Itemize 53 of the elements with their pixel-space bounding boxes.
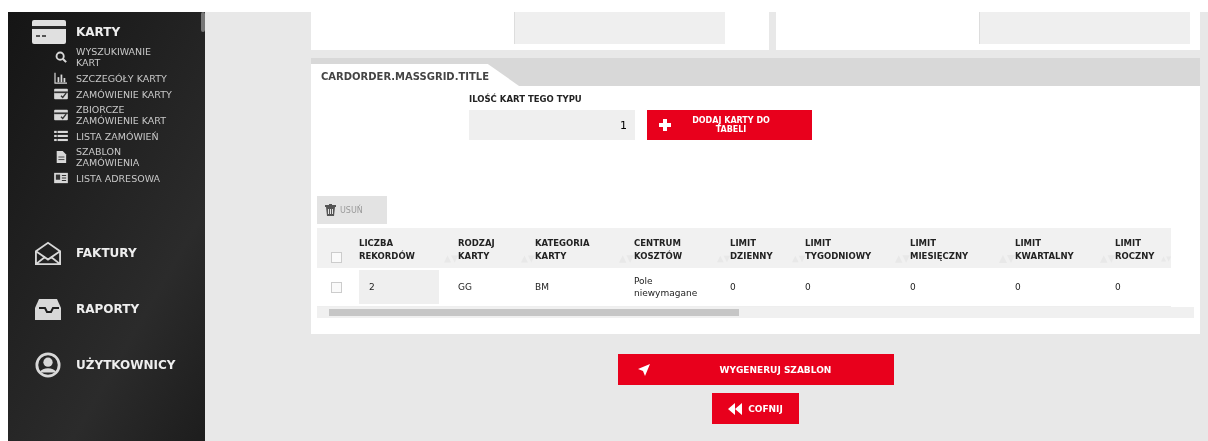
generate-button[interactable]: WYGENERUJ SZABLON — [617, 354, 894, 385]
bar-chart-icon — [54, 72, 68, 84]
credit-card-icon — [32, 20, 66, 44]
double-arrow-left-icon — [728, 402, 743, 415]
nav-item[interactable]: FAKTURY — [34, 240, 205, 266]
back-button[interactable]: COFNIJ — [712, 393, 799, 424]
table-cell-text: Pole niewymagane — [634, 275, 699, 299]
table-cell: 0 — [730, 281, 736, 293]
nav-item[interactable]: LISTA ADRESOWA — [54, 172, 194, 184]
quantity-label: ILOŚĆ KART TEGO TYPU — [469, 94, 583, 104]
column-header[interactable]: KATEGORIA KARTY — [535, 228, 634, 268]
card-check-icon — [54, 88, 68, 100]
list-icon — [54, 130, 68, 142]
table-cell: 0 — [805, 281, 811, 293]
panel-tab[interactable]: CARDORDER.MASSGRID.TITLE — [311, 64, 520, 86]
column-header[interactable]: LIMIT TYGODNIOWY — [805, 228, 910, 268]
nav-item[interactable]: LISTA ZAMÓWIEŃ — [54, 130, 194, 142]
nav-item[interactable]: RAPORTY — [34, 296, 205, 322]
document-icon — [54, 151, 68, 163]
column-header[interactable]: LICZBA REKORDÓW — [359, 228, 458, 268]
card-check-icon — [54, 109, 68, 121]
table-cell: 0 — [910, 281, 916, 293]
plus-icon — [659, 119, 671, 131]
navigation-arrow-icon — [637, 363, 650, 376]
column-header[interactable]: LIMIT ROCZNY — [1115, 228, 1171, 268]
select-all-checkbox[interactable] — [331, 252, 342, 263]
add-cards-button[interactable]: DODAJ KARTY DO TABELI — [647, 110, 812, 140]
count-field[interactable]: 2 — [359, 270, 439, 304]
quantity-field[interactable]: 1 — [469, 110, 635, 140]
search-icon — [54, 51, 68, 63]
column-header[interactable]: LIMIT KWARTALNY — [1015, 228, 1115, 268]
nav-item[interactable]: ZAMÓWIENIE KARTY — [54, 88, 194, 100]
table-cell: 0 — [1015, 281, 1021, 293]
nav-item[interactable]: SZABLON ZAMÓWIENIA — [54, 146, 194, 168]
inbox-icon — [34, 296, 62, 322]
column-header[interactable]: CENTRUM KOSZTÓW — [634, 228, 730, 268]
column-header[interactable]: LIMIT MIESIĘCZNY — [910, 228, 1015, 268]
user-icon — [34, 352, 62, 378]
nav-item[interactable]: SZCZEGÓŁY KARTY — [54, 72, 194, 84]
column-header[interactable]: RODZAJ KARTY — [458, 228, 535, 268]
horizontal-scrollbar[interactable] — [317, 307, 1194, 318]
nav-item[interactable]: UŻYTKOWNICY — [34, 352, 205, 378]
nav-item[interactable]: WYSZUKIWANIE KART — [54, 46, 194, 68]
column-header[interactable]: LIMIT DZIENNY — [730, 228, 805, 268]
nav-item[interactable]: ZBIORCZE ZAMÓWIENIE KART — [54, 104, 194, 126]
table-cell: BM — [535, 281, 549, 293]
envelope-icon — [34, 240, 62, 266]
table-cell: GG — [458, 281, 472, 293]
table-cell: 0 — [1115, 281, 1121, 293]
nav-section-title[interactable]: KARTY — [76, 25, 121, 39]
trash-icon — [325, 204, 336, 216]
row-checkbox[interactable] — [331, 281, 342, 293]
contact-card-icon — [54, 172, 68, 184]
